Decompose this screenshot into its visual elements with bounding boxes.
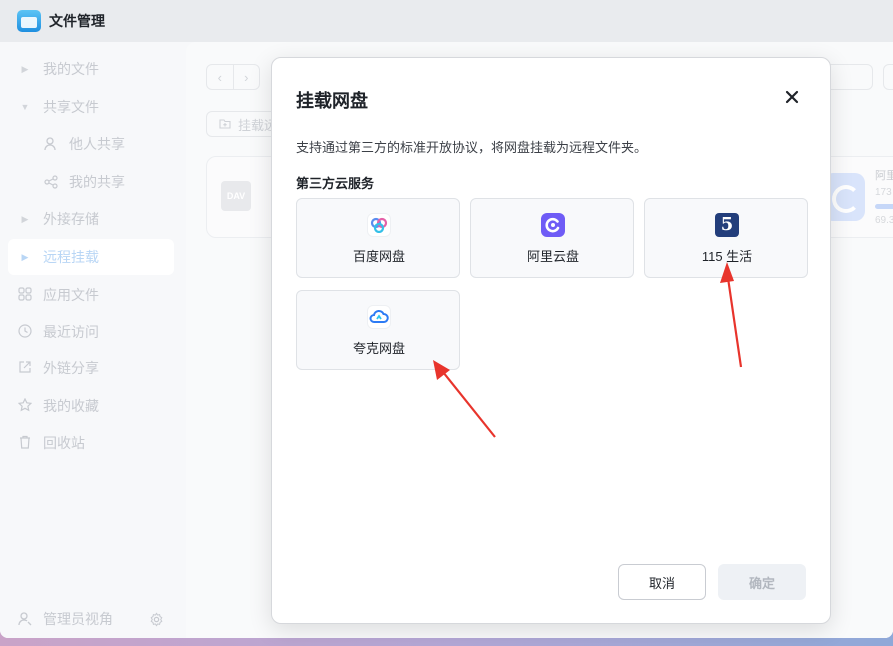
baidu-netdisk-icon bbox=[367, 213, 391, 237]
close-icon[interactable] bbox=[781, 86, 803, 108]
cancel-button[interactable]: 取消 bbox=[618, 564, 706, 600]
service-label: 115 生活 bbox=[701, 249, 753, 264]
115-life-icon: 5 bbox=[715, 213, 739, 237]
mount-netdisk-dialog: 挂载网盘 支持通过第三方的标准开放协议，将网盘挂载为远程文件夹。 第三方云服务 … bbox=[271, 57, 831, 624]
modal-overlay: 挂载网盘 支持通过第三方的标准开放协议，将网盘挂载为远程文件夹。 第三方云服务 … bbox=[0, 0, 893, 646]
service-label: 阿里云盘 bbox=[526, 249, 579, 264]
service-label: 夸克网盘 bbox=[352, 341, 405, 356]
service-quark-netdisk[interactable]: 夸克网盘 bbox=[296, 290, 460, 370]
confirm-button[interactable]: 确定 bbox=[718, 564, 806, 600]
section-title: 第三方云服务 bbox=[296, 176, 375, 191]
service-label: 百度网盘 bbox=[352, 249, 405, 264]
dialog-description: 支持通过第三方的标准开放协议，将网盘挂载为远程文件夹。 bbox=[296, 140, 648, 155]
service-aliyun-drive[interactable]: 阿里云盘 bbox=[470, 198, 634, 278]
quark-netdisk-icon bbox=[367, 305, 391, 329]
service-115-life[interactable]: 5 115 生活 bbox=[644, 198, 808, 278]
aliyun-drive-icon bbox=[541, 213, 565, 237]
dialog-title: 挂载网盘 bbox=[296, 91, 368, 111]
service-baidu-netdisk[interactable]: 百度网盘 bbox=[296, 198, 460, 278]
